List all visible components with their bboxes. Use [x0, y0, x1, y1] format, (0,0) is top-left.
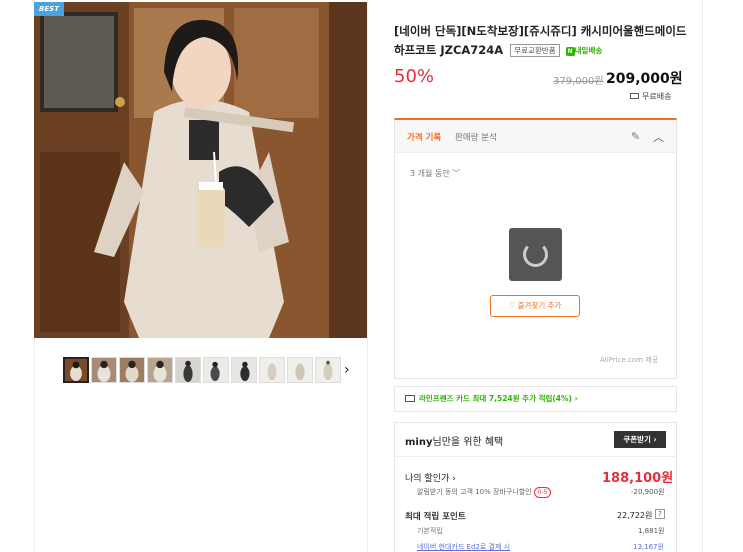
- nday-delivery-label: 내일배송: [574, 46, 603, 55]
- best-badge: BEST: [34, 2, 64, 16]
- get-coupon-button[interactable]: 쿠폰받기 ›: [614, 431, 666, 448]
- sale-price: 209,000원: [606, 71, 683, 87]
- base-points-label: 기본적립: [417, 527, 443, 535]
- truck-icon: [630, 93, 639, 99]
- discount-rate: 50%: [394, 66, 435, 87]
- help-icon[interactable]: ?: [655, 509, 665, 519]
- cart-discount-label: 알림받기 동의 고객 10% 장바구니할인: [417, 488, 532, 496]
- thumbnail[interactable]: [287, 357, 313, 383]
- benefit-title: miny님만을 위한 혜택: [405, 433, 503, 448]
- card-icon: [405, 395, 415, 402]
- loading-spinner: [509, 228, 562, 281]
- pencil-icon[interactable]: ✎: [631, 130, 640, 143]
- cart-discount-tag: 0-5: [533, 487, 552, 498]
- shipping-label: 무료배송: [642, 92, 672, 101]
- benefit-title-suffix: 님만을 위한 혜택: [432, 437, 504, 448]
- thumbnail[interactable]: [203, 357, 229, 383]
- max-points-value: 22,722원: [617, 511, 653, 520]
- chevron-right-icon[interactable]: ›: [344, 361, 356, 379]
- max-points-label: 최대 적립 포인트: [405, 512, 466, 522]
- card-promo-text: 라인프렌즈 카드 최대 7,524원 추가 적립(4%) ›: [419, 394, 578, 403]
- spinner-icon: [523, 242, 548, 267]
- product-main-image[interactable]: BEST: [34, 2, 367, 338]
- divider: [367, 0, 368, 552]
- thumbnail[interactable]: [91, 357, 117, 383]
- user-name: miny: [405, 437, 433, 448]
- my-discount-link[interactable]: 나의 할인가 ›: [405, 471, 456, 484]
- thumbnail[interactable]: [315, 357, 341, 383]
- price-history-panel: 가격 기록 판매량 분석 ✎ ︿ 3 개월 동안 ﹀ ♡ 즐겨찾기 추가 Ali…: [394, 118, 677, 379]
- cart-discount-row: 알림받기 동의 고객 10% 장바구니할인 0-5: [417, 487, 552, 498]
- thumbnail[interactable]: [259, 357, 285, 383]
- base-points-value: 1,881원: [638, 527, 665, 535]
- divider: [395, 456, 676, 457]
- price-history-header: 가격 기록 판매량 분석 ✎ ︿: [395, 120, 676, 153]
- chevron-up-icon[interactable]: ︿: [653, 129, 664, 145]
- card-points-link[interactable]: 네이버 현대카드 Ed2로 결제 시: [417, 542, 510, 552]
- thumbnail[interactable]: [175, 357, 201, 383]
- model-photo: [34, 2, 367, 338]
- nday-delivery-badge: N 내일배송: [565, 41, 603, 60]
- add-favorite-button[interactable]: ♡ 즐겨찾기 추가: [490, 295, 580, 317]
- thumbnail[interactable]: [147, 357, 173, 383]
- thumbnail[interactable]: [63, 357, 89, 383]
- thumbnail-strip: [63, 357, 341, 384]
- thumbnail[interactable]: [231, 357, 257, 383]
- cart-discount-value: -20,900원: [631, 488, 665, 496]
- tab-price-history[interactable]: 가격 기록: [407, 131, 441, 143]
- card-promo-link[interactable]: 라인프렌즈 카드 최대 7,524원 추가 적립(4%) ›: [394, 386, 677, 412]
- n-mark-icon: N: [565, 47, 575, 56]
- product-title: [네이버 단독][N도착보장][쥬시쥬디] 캐시미어울핸드메이드하프코트 JZC…: [394, 22, 694, 60]
- provider-credit: AliPrice.com 제공: [600, 356, 659, 364]
- tab-sales-analysis[interactable]: 판매량 분석: [455, 131, 497, 143]
- period-select[interactable]: 3 개월 동안 ﹀: [410, 168, 460, 179]
- free-exchange-badge: 무료교환반품: [510, 44, 560, 57]
- original-price: 379,000원: [553, 76, 604, 87]
- card-points-value: 13,167원: [633, 543, 664, 551]
- my-discount-price: 188,100원: [602, 471, 674, 486]
- thumbnail[interactable]: [119, 357, 145, 383]
- shipping-info: 무료배송: [630, 91, 671, 102]
- member-benefit-panel: miny님만을 위한 혜택 쿠폰받기 › 나의 할인가 › 188,100원 알…: [394, 422, 677, 552]
